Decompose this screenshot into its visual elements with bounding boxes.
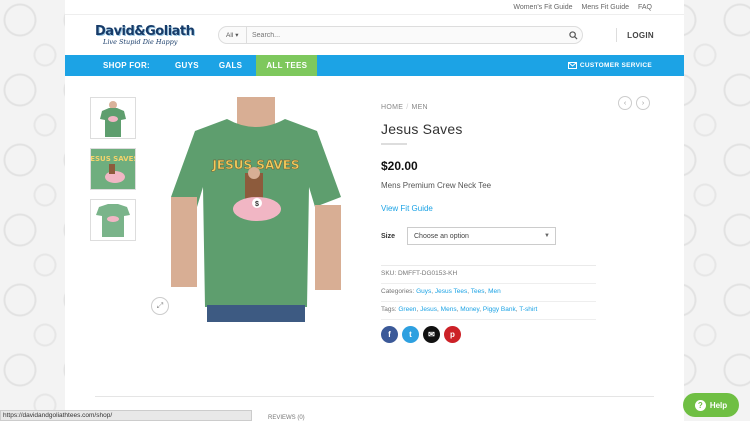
svg-text:$: $	[255, 201, 259, 208]
categories-row: Categories: Guys, Jesus Tees, Tees, Men	[381, 284, 596, 302]
tag-link-mens[interactable]: Mens	[441, 306, 457, 313]
breadcrumb-home[interactable]: HOME	[381, 104, 403, 111]
logo-tagline: Live Stupid Die Happy	[103, 38, 178, 46]
search-icon[interactable]	[564, 30, 582, 40]
title-divider	[381, 143, 407, 145]
size-select-value: Choose an option	[414, 232, 469, 240]
size-row: Size Choose an option ▼	[381, 227, 596, 245]
facebook-icon[interactable]: f	[381, 326, 398, 343]
thumbnail-flat-shirt[interactable]	[90, 199, 136, 241]
page-container: Women's Fit Guide Mens Fit Guide FAQ Dav…	[65, 0, 684, 421]
search-category-select[interactable]: All ▾	[219, 27, 247, 43]
sku-label: SKU:	[381, 270, 397, 277]
help-icon: ?	[694, 399, 706, 411]
tag-link-t-shirt[interactable]: T-shirt	[519, 306, 537, 313]
nav-item-gals[interactable]: GALS	[209, 55, 252, 76]
tag-link-piggy-bank[interactable]: Piggy Bank	[483, 306, 516, 313]
svg-text:JESUS SAVES: JESUS SAVES	[91, 155, 135, 163]
twitter-icon[interactable]: t	[402, 326, 419, 343]
share-buttons: f t ✉ p	[381, 326, 596, 343]
top-links-bar: Women's Fit Guide Mens Fit Guide FAQ	[65, 0, 684, 15]
tag-link-green[interactable]: Green	[398, 306, 416, 313]
help-label: Help	[709, 400, 728, 410]
main-nav: SHOP FOR: GUYS GALS ALL TEES CUSTOMER SE…	[65, 55, 684, 76]
chevron-down-icon: ▼	[544, 233, 550, 239]
prev-product-icon[interactable]: ‹	[618, 96, 632, 110]
breadcrumb: HOME / MEN	[381, 104, 428, 111]
womens-fit-guide-link[interactable]: Women's Fit Guide	[513, 4, 572, 11]
faq-link[interactable]: FAQ	[638, 4, 652, 11]
search-input[interactable]	[247, 31, 564, 39]
view-fit-guide-link[interactable]: View Fit Guide	[381, 204, 596, 213]
site-logo[interactable]: David&Goliath Live Stupid Die Happy	[95, 20, 205, 50]
breadcrumb-men[interactable]: MEN	[411, 104, 427, 111]
search-category-value: All	[226, 31, 234, 39]
categories-label: Categories:	[381, 288, 415, 295]
next-product-icon[interactable]: ›	[636, 96, 650, 110]
chevron-down-icon: ▾	[235, 32, 239, 39]
site-header: David&Goliath Live Stupid Die Happy All …	[65, 15, 684, 55]
tag-link-money[interactable]: Money	[460, 306, 479, 313]
product-thumbnails: JESUS SAVES	[90, 97, 136, 250]
tags-row: Tags: Green, Jesus, Mens, Money, Piggy B…	[381, 302, 596, 320]
tabs-divider	[95, 396, 654, 397]
size-label: Size	[381, 232, 396, 240]
nav-item-guys[interactable]: GUYS	[165, 55, 209, 76]
mens-fit-guide-link[interactable]: Mens Fit Guide	[582, 4, 629, 11]
tags-label: Tags:	[381, 306, 397, 313]
sku-value: DMFFT-DG0153-KH	[397, 270, 458, 277]
product-description: Mens Premium Crew Neck Tee	[381, 181, 492, 190]
thumbnail-model[interactable]	[90, 97, 136, 139]
size-select[interactable]: Choose an option ▼	[407, 227, 556, 245]
search-bar: All ▾	[218, 26, 583, 44]
product-navigation: ‹ ›	[618, 96, 650, 110]
main-product-image[interactable]: JESUS SAVES $	[157, 97, 354, 322]
logo-main-text: David&Goliath	[95, 24, 195, 39]
product-price: $20.00	[381, 159, 418, 173]
customer-service-link[interactable]: CUSTOMER SERVICE	[567, 62, 652, 69]
category-link-tees[interactable]: Tees	[471, 288, 485, 295]
tag-link-jesus[interactable]: Jesus	[420, 306, 437, 313]
customer-service-label: CUSTOMER SERVICE	[579, 62, 652, 69]
category-link-men[interactable]: Men	[488, 288, 501, 295]
sku-row: SKU: DMFFT-DG0153-KH	[381, 266, 596, 284]
pinterest-icon[interactable]: p	[444, 326, 461, 343]
category-link-jesus-tees[interactable]: Jesus Tees	[435, 288, 467, 295]
mail-icon	[567, 62, 577, 69]
nav-item-all-tees[interactable]: ALL TEES	[256, 55, 318, 76]
email-icon[interactable]: ✉	[423, 326, 440, 343]
product-title: Jesus Saves	[381, 121, 463, 137]
tab-reviews[interactable]: REVIEWS (0)	[268, 415, 305, 421]
shop-for-label: SHOP FOR:	[103, 61, 151, 70]
thumbnail-graphic[interactable]: JESUS SAVES	[90, 148, 136, 190]
product-info: HOME / MEN Jesus Saves $20.00 Mens Premium…	[381, 104, 596, 343]
login-button[interactable]: LOGIN	[616, 28, 654, 42]
zoom-icon[interactable]: ⤢	[151, 297, 169, 315]
help-button[interactable]: ? Help	[683, 393, 739, 417]
category-link-guys[interactable]: Guys	[416, 288, 431, 295]
browser-status-url: https://davidandgoliathtees.com/shop/	[0, 410, 252, 421]
